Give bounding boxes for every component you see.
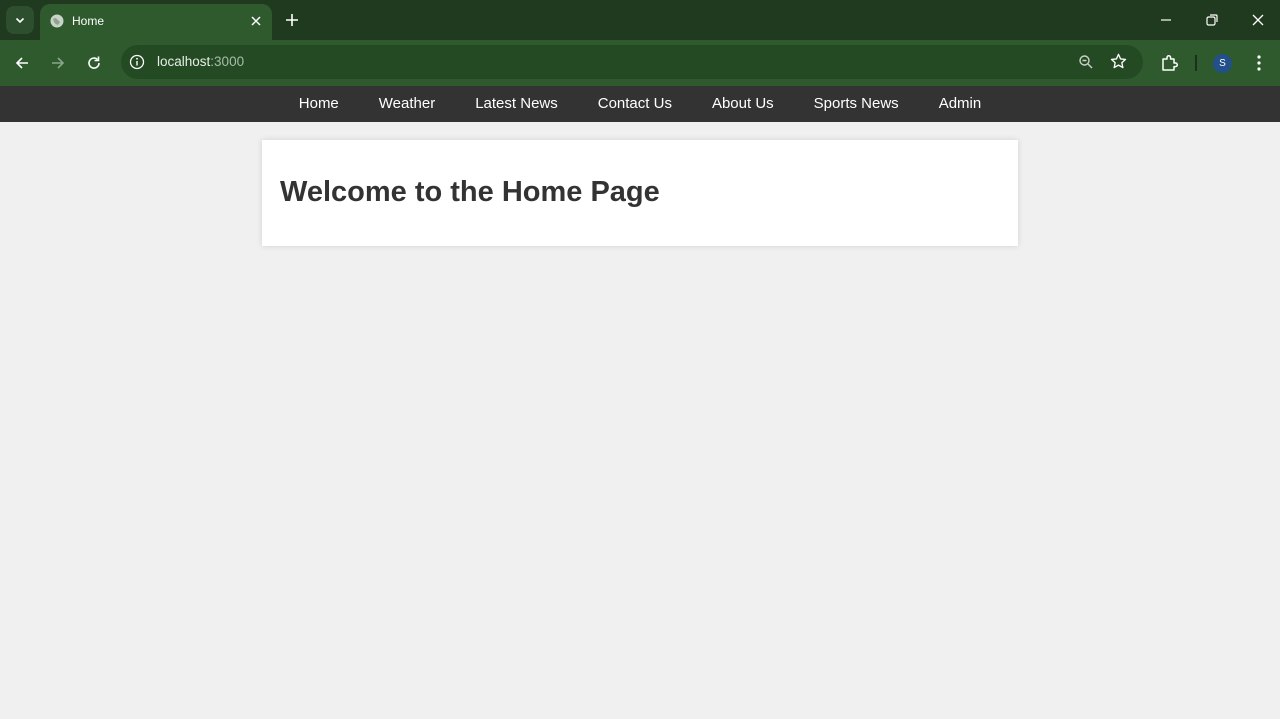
- kebab-menu-icon[interactable]: [1250, 53, 1268, 73]
- tab-title: Home: [72, 14, 105, 28]
- chevron-down-icon: [15, 17, 25, 24]
- url-text: localhost:3000: [157, 54, 244, 69]
- nav-link-about-us[interactable]: About Us: [692, 86, 794, 122]
- nav-link-admin[interactable]: Admin: [919, 86, 1002, 122]
- nav-link-contact-us[interactable]: Contact Us: [578, 86, 692, 122]
- toolbar-divider: [1195, 55, 1197, 71]
- restore-icon[interactable]: [1204, 12, 1220, 28]
- page-title: Welcome to the Home Page: [280, 176, 660, 208]
- address-bar[interactable]: localhost:3000: [121, 45, 1143, 79]
- browser-toolbar: localhost:3000 S: [0, 40, 1280, 86]
- tab-active[interactable]: Home: [40, 4, 272, 40]
- site-navbar: Home Weather Latest News Contact Us Abou…: [0, 86, 1280, 122]
- arrow-right-icon[interactable]: [49, 54, 67, 72]
- close-icon[interactable]: [1250, 12, 1266, 28]
- content-card: Welcome to the Home Page: [262, 140, 1018, 246]
- nav-link-weather[interactable]: Weather: [359, 86, 455, 122]
- url-port: :3000: [210, 54, 245, 69]
- minimize-icon[interactable]: [1158, 12, 1174, 28]
- arrow-left-icon[interactable]: [13, 54, 31, 72]
- info-icon[interactable]: [129, 54, 145, 70]
- browser-tabstrip: Home: [0, 0, 1280, 40]
- puzzle-icon[interactable]: [1159, 53, 1179, 73]
- profile-avatar[interactable]: S: [1213, 54, 1232, 73]
- nav-link-latest-news[interactable]: Latest News: [455, 86, 578, 122]
- nav-link-home[interactable]: Home: [279, 86, 359, 122]
- close-icon[interactable]: [248, 13, 264, 29]
- plus-icon[interactable]: [283, 11, 301, 29]
- tab-search-button[interactable]: [6, 6, 34, 34]
- globe-icon: [50, 14, 64, 28]
- nav-link-sports-news[interactable]: Sports News: [794, 86, 919, 122]
- zoom-icon[interactable]: [1077, 53, 1095, 71]
- star-icon[interactable]: [1109, 52, 1128, 71]
- reload-icon[interactable]: [85, 54, 103, 72]
- url-host: localhost: [157, 54, 211, 69]
